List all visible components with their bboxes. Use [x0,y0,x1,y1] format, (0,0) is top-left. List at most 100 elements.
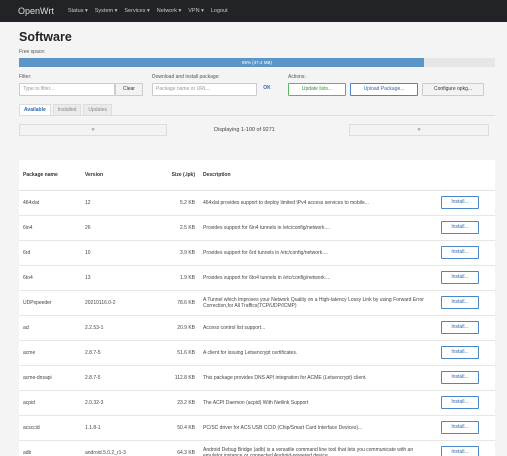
version-cell: 2.0.32-3 [81,390,163,416]
size-cell: 78.6 KB [163,290,199,316]
install-button[interactable]: Install... [441,246,479,259]
col-package-name[interactable]: Package name [19,160,81,191]
col-description[interactable]: Description [199,160,437,191]
package-name-cell: acl [19,315,81,341]
size-cell: 5.2 KB [163,190,199,216]
install-button[interactable]: Install... [441,296,479,309]
description-cell: Provides support for 6rd tunnels in /etc… [199,240,437,266]
version-cell: 1.1.8-1 [81,415,163,441]
install-button[interactable]: Install... [441,196,479,209]
install-cell: Install... [437,240,495,266]
install-button[interactable]: Install... [441,421,479,434]
size-cell: 64.3 KB [163,440,199,456]
upload-package-button[interactable]: Upload Package... [350,83,418,96]
prev-page-button[interactable]: « [19,124,167,136]
free-space-bar: 85% (47.4 MB) [19,58,495,67]
table-row: acl 2.2.53-1 20.9 KB Access control list su… [19,315,495,341]
menu-network[interactable]: Network ▾ [157,8,181,14]
controls-row: Filter: Type to filter... Clear Download… [14,71,495,99]
version-cell: 26 [81,215,163,241]
size-cell: 112.8 KB [163,365,199,391]
install-cell: Install... [437,190,495,216]
table-header-row: Package name Version Size (.ipk) Descrip… [19,160,495,191]
menu-status[interactable]: Status ▾ [68,8,88,14]
package-name-cell: acme-dnsapi [19,365,81,391]
install-button[interactable]: Install... [441,371,479,384]
filter-label: Filter: [19,74,32,80]
install-cell: Install... [437,440,495,456]
menu-services[interactable]: Services ▾ [124,8,149,14]
tab-available[interactable]: Available [19,104,51,115]
package-rows: 464xlat 12 5.2 KB 464xlat provides support … [19,190,495,456]
description-cell: A client for issuing Letsencrypt certifi… [199,340,437,366]
description-cell: Access control list support... [199,315,437,341]
install-button[interactable]: Install... [441,221,479,234]
install-button[interactable]: Install... [441,271,479,284]
col-actions [437,160,495,191]
size-cell: 2.5 KB [163,215,199,241]
package-url-input[interactable]: Package name or URL... [152,83,257,96]
version-cell: 2.2.53-1 [81,315,163,341]
version-cell: 2.8.7-5 [81,365,163,391]
version-cell: 20210116.0-2 [81,290,163,316]
description-cell: A Tunnel which Improves your Network Qua… [199,290,437,316]
install-cell: Install... [437,390,495,416]
description-cell: The ACPI Daemon (acpid) With Netlink Sup… [199,390,437,416]
table-row: 6in4 26 2.5 KB Provides support for 6in4 tu… [19,215,495,241]
install-button[interactable]: Install... [441,396,479,409]
install-button[interactable]: Install... [441,446,479,456]
description-cell: PC/SC driver for ACS USB CCID (Chip/Smar… [199,415,437,441]
filter-input[interactable]: Type to filter... [19,83,115,96]
table-row: adb android.5.0.2_r1-3 64.3 KB Android Debu… [19,440,495,456]
install-cell: Install... [437,215,495,241]
table-row: acsccid 1.1.8-1 50.4 KB PC/SC driver for AC… [19,415,495,441]
install-cell: Install... [437,265,495,291]
page-title: Software [19,30,72,44]
package-name-cell: UDPspeeder [19,290,81,316]
install-button[interactable]: Install... [441,346,479,359]
configure-opkg-button[interactable]: Configure opkg... [422,83,484,96]
col-version[interactable]: Version [81,160,163,191]
package-name-cell: 6in4 [19,215,81,241]
description-cell: Provides support for 6in4 tunnels in /et… [199,215,437,241]
table-row: acpid 2.0.32-3 23.2 KB The ACPI Daemon (acp… [19,390,495,416]
brand-logo[interactable]: OpenWrt [18,6,54,16]
install-button[interactable]: Install... [441,321,479,334]
install-cell: Install... [437,340,495,366]
tab-updates[interactable]: Updates [83,104,113,115]
table-row: UDPspeeder 20210116.0-2 78.6 KB A Tunnel wh… [19,290,495,316]
next-page-button[interactable]: » [349,124,489,136]
tab-installed[interactable]: Installed [52,104,82,115]
version-cell: 13 [81,265,163,291]
menu-logout[interactable]: Logout [211,8,228,14]
description-cell: Android Debug Bridge (adb) is a versatil… [199,440,437,456]
size-cell: 20.9 KB [163,315,199,341]
update-lists-button[interactable]: Update lists... [288,83,346,96]
package-name-cell: acme [19,340,81,366]
table-row: acme 2.8.7-5 51.6 KB A client for issuing L… [19,340,495,366]
pager: « Displaying 1-100 of 9271 » [14,124,495,140]
menu-vpn[interactable]: VPN ▾ [188,8,204,14]
package-tabs: Available Installed Updates [19,104,495,116]
table-row: 6to4 13 1.9 KB Provides support for 6to4 tu… [19,265,495,291]
table-row: 6rd 10 3.9 KB Provides support for 6rd tunn… [19,240,495,266]
package-name-cell: acsccid [19,415,81,441]
main-menu: Status ▾ System ▾ Services ▾ Network ▾ V… [68,8,228,14]
description-cell: 464xlat provides support to deploy limit… [199,190,437,216]
menu-system[interactable]: System ▾ [95,8,118,14]
size-cell: 3.9 KB [163,240,199,266]
col-size[interactable]: Size (.ipk) [163,160,199,191]
package-name-cell: 6rd [19,240,81,266]
ok-button[interactable]: OK [257,83,277,96]
version-cell: 12 [81,190,163,216]
package-name-cell: adb [19,440,81,456]
package-name-cell: acpid [19,390,81,416]
clear-button[interactable]: Clear [115,83,143,96]
description-cell: Provides support for 6to4 tunnels in /et… [199,265,437,291]
version-cell: 10 [81,240,163,266]
install-cell: Install... [437,365,495,391]
size-cell: 1.9 KB [163,265,199,291]
version-cell: android.5.0.2_r1-3 [81,440,163,456]
version-cell: 2.8.7-5 [81,340,163,366]
download-label: Download and install package: [152,74,220,80]
